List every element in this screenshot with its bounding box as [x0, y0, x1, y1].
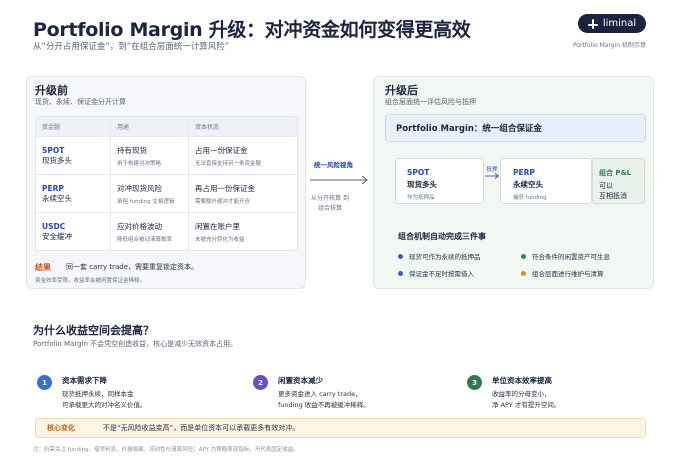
leg-name: 现货多头 [42, 155, 72, 165]
spot-sub: 作为抵押品 [407, 195, 435, 201]
bullet-text: 符合条件的闲置资产可生息 [532, 253, 610, 261]
transition-sub: 从分开核算 到组合核算 [311, 195, 349, 212]
bullet-dot-icon [398, 253, 403, 259]
bullet-dot-icon [521, 270, 526, 276]
leg-code: PERP [42, 183, 64, 193]
bullet-text: 保证金不足时按需借入 [409, 270, 474, 278]
core-text: 不是“无风险收益变高”，而是单位资本可以承载更多有效对冲。 [103, 424, 300, 432]
leg-use-sub: 降低组合被动清算概率 [117, 236, 173, 243]
step-line: 可承载更大的对冲名义价值。 [62, 401, 147, 409]
combo-line1: 可以 [599, 182, 613, 190]
list-item: 保证金不足时按需借入 [398, 268, 474, 278]
logo-text: liminal [602, 18, 637, 29]
step-number: 2 [253, 375, 268, 390]
step-title: 闲置资本减少 [278, 376, 323, 385]
before-subtitle: 现货、永续、保证金分开计算 [35, 98, 126, 106]
leg-use-sub: 承担 funding 交易逻辑 [117, 198, 175, 205]
step-line: 更多资金进入 carry trade， [278, 390, 362, 398]
leg-code: SPOT [42, 145, 65, 155]
col-header-use: 用途 [110, 117, 188, 136]
mechanism-title: 组合机制自动完成三件事 [398, 232, 486, 241]
list-item: 符合条件的闲置资产可生息 [521, 251, 610, 261]
list-item: 现货可作为永续的抵押品 [398, 251, 481, 261]
step-line: 现货抵押永续，同样本金 [62, 390, 134, 398]
brand-logo[interactable]: liminal [578, 14, 646, 33]
leg-status: 再占用一份保证金 [195, 183, 255, 193]
step-number: 3 [467, 375, 482, 390]
before-table: 资金腿 用途 资本状态 SPOT 现货多头 持有现货 用于构建对冲策略 占用一份… [35, 116, 298, 251]
leg-status-sub: 未被充分转化为收益 [195, 236, 245, 243]
page-subtitle: 从“分开占用保证金”，到“在组合层面统一计算风险” [33, 42, 230, 52]
conclusion-sub: 资金效率受限，收益率会被闲置保证金稀释。 [35, 278, 146, 284]
step-number: 1 [37, 375, 52, 390]
leg-use-sub: 用于构建对冲策略 [117, 160, 162, 167]
step-line: 收益率的分母变小， [492, 390, 551, 398]
step-card: 1 资本需求下降 现货抵押永续，同样本金 可承载更大的对冲名义价值。 [37, 375, 147, 411]
col-header-status: 资本状态 [188, 117, 297, 136]
logo-caption: Portfolio Margin 机制示意 [573, 42, 646, 49]
core-change-banner: 核心变化 不是“无风险收益变高”，而是单位资本可以承载更多有效对冲。 [35, 418, 646, 438]
arrow-right-icon [310, 175, 368, 185]
perp-name: 永续空头 [513, 180, 543, 189]
step-line: 净 APY 才有提升空间。 [492, 401, 561, 409]
table-row: USDC 安全缓冲 应对价格波动 降低组合被动清算概率 闲置在账户里 未被充分转… [36, 212, 297, 250]
conclusion-label: 结果 [35, 263, 51, 272]
step-title: 单位资本效率提高 [492, 376, 552, 385]
leg-use: 应对价格波动 [117, 221, 162, 231]
leg-use: 对冲现货风险 [117, 183, 162, 193]
table-row: PERP 永续空头 对冲现货风险 承担 funding 交易逻辑 再占用一份保证… [36, 174, 297, 212]
arrow-right-icon [485, 173, 500, 179]
after-title: 升级后 [385, 84, 418, 97]
leg-name: 永续空头 [42, 193, 72, 203]
footnote: 注：仍需关注 funding、借贷利息、价格偏离、流动性与清算风险；APY 为策… [33, 447, 299, 453]
before-title: 升级前 [35, 84, 68, 97]
why-subtitle: Portfolio Margin 不会凭空创造收益，核心是减少无效资本占用。 [33, 340, 238, 348]
list-item: 组合层面进行维护与清算 [521, 268, 604, 278]
perp-box: PERP 永续空头 捕获 funding [500, 158, 592, 204]
leg-code: USDC [42, 221, 66, 231]
combo-pnl-box: 组合 P&L 可以 互相抵消 [592, 158, 645, 204]
bullet-text: 组合层面进行维护与清算 [532, 270, 604, 278]
spot-code: SPOT [407, 168, 430, 177]
combo-code: 组合 P&L [599, 169, 632, 177]
transition-label: 统一风险视角 [314, 161, 353, 169]
leg-status: 占用一份保证金 [195, 145, 248, 155]
leg-status-sub: 无法直接支持另一条资金腿 [195, 160, 262, 167]
core-label: 核心变化 [47, 424, 75, 432]
col-header-leg: 资金腿 [42, 124, 61, 131]
portfolio-margin-box: Portfolio Margin：统一组合保证金 [385, 114, 646, 142]
conclusion-text: 同一套 carry trade，需要重复锁定资本。 [66, 263, 199, 271]
step-title: 资本需求下降 [62, 376, 107, 385]
bullet-dot-icon [398, 270, 403, 276]
step-card: 3 单位资本效率提高 收益率的分母变小， 净 APY 才有提升空间。 [467, 375, 560, 411]
bullet-text: 现货可作为永续的抵押品 [409, 253, 481, 261]
plus-icon [587, 18, 598, 29]
leg-use: 持有现货 [117, 145, 147, 155]
table-header: 资金腿 用途 资本状态 [36, 117, 297, 136]
step-card: 2 闲置资本减少 更多资金进入 carry trade， funding 收益不… [253, 375, 370, 411]
perp-code: PERP [513, 168, 535, 177]
spot-name: 现货多头 [407, 180, 437, 189]
after-subtitle: 组合层面统一评估风险与抵押 [385, 98, 476, 106]
spot-box: SPOT 现货多头 作为抵押品 [395, 158, 484, 204]
leg-status: 闲置在账户里 [195, 221, 240, 231]
bullet-dot-icon [521, 253, 526, 259]
leg-name: 安全缓冲 [42, 231, 72, 241]
perp-sub: 捕获 funding [513, 195, 547, 201]
why-title: 为什么收益空间会提高？ [33, 324, 154, 337]
step-line: funding 收益不再被缓冲稀释。 [278, 401, 370, 409]
combo-line2: 互相抵消 [599, 192, 627, 200]
page-title: Portfolio Margin 升级：对冲资金如何变得更高效 [33, 19, 471, 41]
leg-status-sub: 需要额外缓冲才能开仓 [195, 198, 251, 205]
table-row: SPOT 现货多头 持有现货 用于构建对冲策略 占用一份保证金 无法直接支持另一… [36, 136, 297, 174]
